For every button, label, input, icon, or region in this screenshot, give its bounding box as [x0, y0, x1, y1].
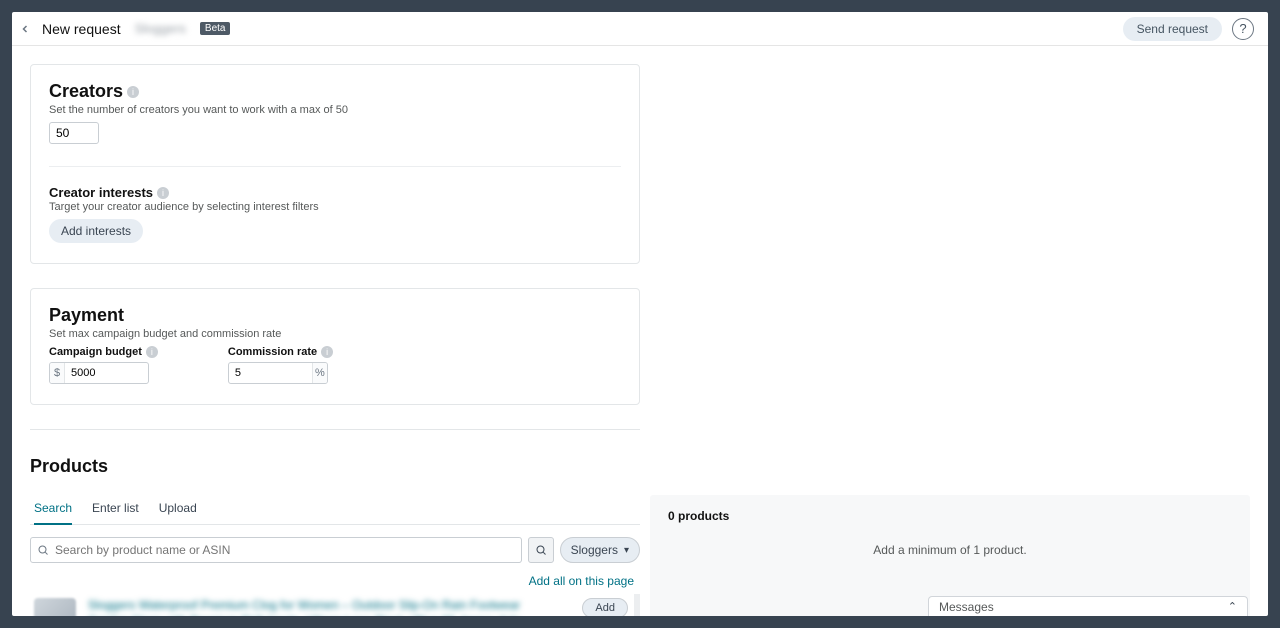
divider: [30, 429, 640, 430]
app-window: New request Sloggers Beta Send request ?…: [12, 12, 1268, 616]
products-tabs: Search Enter list Upload: [30, 495, 640, 525]
brand-dropdown-value: Sloggers: [571, 543, 618, 557]
add-product-button[interactable]: Add: [582, 598, 628, 616]
product-search-input[interactable]: [55, 543, 515, 557]
help-icon[interactable]: ?: [1232, 18, 1254, 40]
budget-label: Campaign budget: [49, 346, 142, 358]
page-title: New request: [42, 21, 121, 37]
creators-heading: Creators i: [49, 81, 621, 102]
search-button[interactable]: [528, 537, 554, 563]
product-result-text: Sloggers Waterproof Premium Clog for Wom…: [88, 598, 522, 616]
percent-suffix: %: [312, 363, 327, 383]
products-heading: Products: [30, 456, 1250, 477]
add-interests-button[interactable]: Add interests: [49, 219, 143, 243]
currency-prefix: $: [50, 363, 65, 383]
topbar: New request Sloggers Beta Send request ?: [12, 12, 1268, 46]
search-input-wrapper: [30, 537, 522, 563]
product-title-link[interactable]: Sloggers Waterproof Premium Clog for Wom…: [88, 598, 522, 616]
budget-field: Campaign budget i $: [49, 346, 158, 384]
selected-products-count: 0 products: [668, 509, 1232, 523]
tab-upload[interactable]: Upload: [159, 495, 197, 524]
commission-input[interactable]: [229, 367, 312, 379]
payment-heading: Payment: [49, 305, 621, 326]
payment-card: Payment Set max campaign budget and comm…: [30, 288, 640, 405]
divider: [49, 166, 621, 167]
creator-interests-desc: Target your creator audience by selectin…: [49, 201, 621, 213]
creator-interests-heading: Creator interests i: [49, 185, 621, 200]
commission-field: Commission rate i %: [228, 346, 333, 384]
back-icon[interactable]: [18, 22, 32, 36]
commission-input-group: %: [228, 362, 328, 384]
creators-count-input[interactable]: [49, 122, 99, 144]
search-icon: [535, 544, 547, 556]
product-thumbnail: [34, 598, 76, 616]
products-left-panel: Search Enter list Upload Sloggers ▾: [30, 495, 640, 616]
commission-label: Commission rate: [228, 346, 317, 358]
info-icon[interactable]: i: [146, 346, 158, 358]
info-icon[interactable]: i: [321, 346, 333, 358]
payment-desc: Set max campaign budget and commission r…: [49, 328, 621, 340]
info-icon[interactable]: i: [157, 187, 169, 199]
creators-card: Creators i Set the number of creators yo…: [30, 64, 640, 264]
creators-desc: Set the number of creators you want to w…: [49, 104, 621, 116]
send-request-button[interactable]: Send request: [1123, 17, 1222, 41]
add-all-row: Add all on this page: [30, 573, 634, 588]
creators-heading-text: Creators: [49, 81, 123, 102]
info-icon[interactable]: i: [127, 86, 139, 98]
beta-badge: Beta: [200, 22, 231, 35]
add-all-link[interactable]: Add all on this page: [529, 574, 634, 588]
creator-interests-heading-text: Creator interests: [49, 185, 153, 200]
budget-input-group: $: [49, 362, 149, 384]
body-area: Creators i Set the number of creators yo…: [12, 46, 1268, 616]
budget-input[interactable]: [65, 367, 148, 379]
search-row: Sloggers ▾: [30, 537, 640, 563]
brand-dropdown[interactable]: Sloggers ▾: [560, 537, 640, 563]
messages-drawer-tab[interactable]: Messages ⌃: [928, 596, 1248, 616]
chevron-down-icon: ▾: [624, 545, 629, 556]
chevron-up-icon: ⌃: [1228, 600, 1237, 613]
search-icon: [37, 544, 49, 556]
messages-label: Messages: [939, 600, 994, 614]
tab-enter-list[interactable]: Enter list: [92, 495, 139, 524]
product-result-row: Sloggers Waterproof Premium Clog for Wom…: [30, 594, 640, 616]
selected-products-hint: Add a minimum of 1 product.: [668, 543, 1232, 557]
page-subtitle: Sloggers: [135, 21, 186, 36]
tab-search[interactable]: Search: [34, 495, 72, 525]
